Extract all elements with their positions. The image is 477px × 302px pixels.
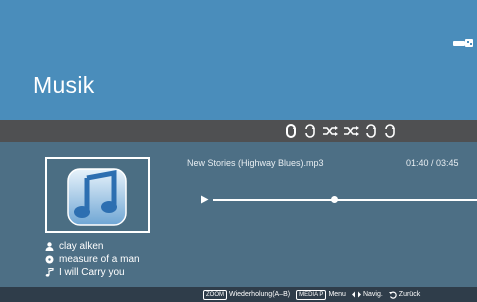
shuffle-icon[interactable]: [322, 124, 338, 138]
playback-mode-icons: [284, 124, 397, 138]
repeat-icon[interactable]: [364, 124, 378, 138]
album-name: measure of a man: [59, 254, 140, 265]
playback-mode-strip: [0, 120, 477, 142]
progress-bar[interactable]: [213, 199, 477, 201]
shuffle-icon[interactable]: [343, 124, 359, 138]
track-title: New Stories (Highway Blues).mp3: [187, 158, 324, 168]
back-arrow-icon: [388, 291, 397, 299]
zoom-hint: Wiederholung(A–B): [229, 291, 291, 298]
track-time: 01:40 / 03:45: [406, 158, 459, 168]
artist-row: clay alken: [45, 241, 103, 252]
menu-hint: Menu: [328, 291, 346, 298]
disc-icon: [45, 255, 54, 264]
repeat-icon[interactable]: [303, 124, 317, 138]
song-row: I will Carry you: [45, 267, 125, 278]
key-hints: ZOOM Wiederholung(A–B) MEDIA P Menu Navi…: [203, 289, 420, 300]
song-name: I will Carry you: [59, 267, 125, 278]
repeat-one-icon[interactable]: [284, 124, 298, 138]
repeat-icon[interactable]: [383, 124, 397, 138]
header-bar: Musik: [0, 0, 477, 120]
usb-connector-icon: [453, 39, 473, 47]
music-note-icon: [67, 168, 127, 226]
play-icon[interactable]: [200, 195, 209, 204]
album-row: measure of a man: [45, 254, 140, 265]
back-hint: Zurück: [398, 291, 421, 298]
person-icon: [45, 242, 54, 251]
zoom-key: ZOOM: [203, 289, 227, 300]
navig-hint: Navig.: [362, 291, 383, 298]
navigation-arrows-icon: [351, 291, 361, 298]
artist-name: clay alken: [59, 241, 104, 252]
music-note-small-icon: [45, 268, 54, 277]
media-key: MEDIA P: [296, 289, 327, 300]
page-title: Musik: [33, 72, 95, 98]
album-cover: [45, 157, 150, 233]
